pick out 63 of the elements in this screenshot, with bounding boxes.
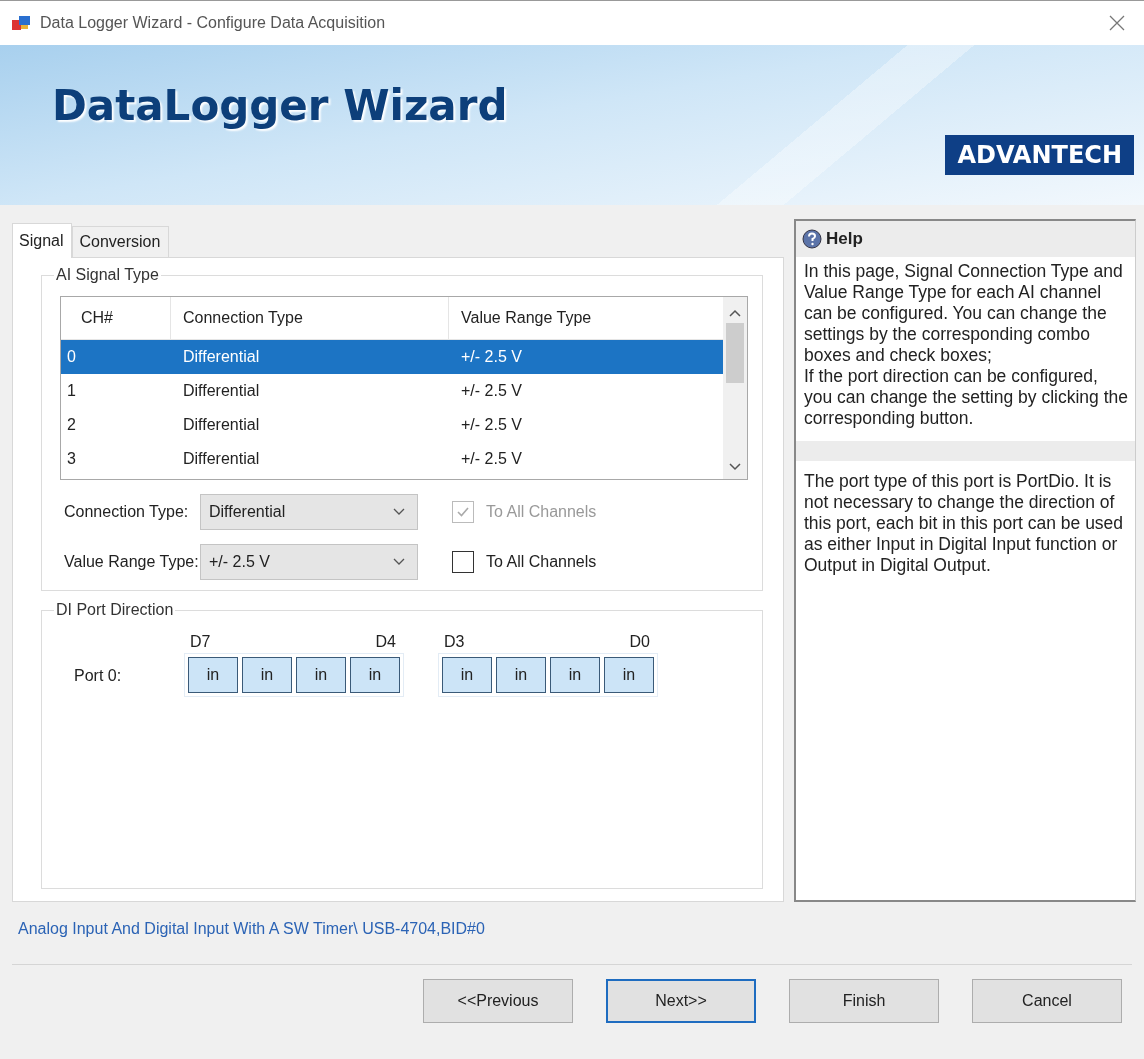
table-cell-text: 3 — [66, 450, 77, 468]
scrollbar[interactable] — [723, 297, 747, 479]
wizard-button[interactable]: <<Previous — [423, 979, 573, 1023]
bit-label: D0 — [629, 633, 650, 651]
group-title: DI Port Direction — [55, 601, 175, 619]
wizard-button[interactable]: Cancel — [972, 979, 1122, 1023]
table-row[interactable]: 0 Differential +/- 2.5 V — [61, 340, 723, 374]
column-header[interactable]: Connection Type — [171, 297, 449, 339]
column-header[interactable]: Value Range Type — [449, 297, 723, 339]
dropdown[interactable]: +/- 2.5 V — [200, 544, 418, 580]
window-title: Data Logger Wizard - Configure Data Acquisition — [40, 14, 387, 32]
status-text: Analog Input And Digital Input With A SW Timer\ USB-4704,BID#0 — [17, 919, 486, 939]
port-label: Port 0: — [73, 667, 123, 686]
chevron-icon — [393, 508, 405, 516]
help-icon — [802, 229, 822, 249]
table-cell-text: Differential — [182, 382, 261, 400]
direction-button[interactable]: in — [242, 657, 292, 693]
table-row[interactable]: 3 Differential +/- 2.5 V — [61, 442, 723, 476]
company-logo: ADVANTECH — [945, 135, 1134, 175]
app-icon — [12, 15, 30, 31]
tab[interactable]: Signal — [12, 223, 73, 258]
checkbox-label: To All Channels — [486, 503, 597, 521]
bit-label: D4 — [375, 633, 396, 651]
tab[interactable]: Conversion — [72, 226, 170, 257]
table-row[interactable]: 1 Differential +/- 2.5 V — [61, 374, 723, 408]
wizard-button[interactable]: Next>> — [606, 979, 756, 1023]
help-text: In this page, Signal Connection Type and Value Range Type for each AI channel can be configured. You can change the settings by the corresponding combo boxes and check boxes; If the port direction can be configured, you can change the setting by clicking the corresponding button. — [803, 260, 1129, 430]
checkbox[interactable] — [452, 551, 474, 573]
bit-label: D7 — [190, 633, 211, 651]
table-cell-text: 1 — [66, 382, 77, 400]
table-cell-text: +/- 2.5 V — [460, 348, 522, 366]
dropdown[interactable]: Differential — [200, 494, 418, 530]
scroll-thumb[interactable] — [726, 323, 744, 383]
direction-button[interactable]: in — [604, 657, 654, 693]
field-label: Value Range Type: — [64, 553, 200, 571]
table-cell-text: +/- 2.5 V — [460, 416, 522, 434]
column-header[interactable]: CH# — [61, 297, 171, 339]
table-cell-text: Differential — [182, 348, 261, 366]
field-label: Connection Type: — [64, 503, 190, 521]
table-cell-text: +/- 2.5 V — [460, 382, 522, 400]
direction-button[interactable]: in — [350, 657, 400, 693]
chevron-icon — [393, 558, 405, 566]
table-cell-text: 0 — [66, 348, 77, 366]
banner-title: DataLogger Wizard — [52, 81, 508, 130]
scroll-up-icon[interactable] — [729, 309, 741, 317]
scroll-down-icon[interactable] — [729, 463, 741, 471]
group-title: AI Signal Type — [55, 266, 160, 284]
table-row[interactable]: 2 Differential +/- 2.5 V — [61, 408, 723, 442]
wizard-button[interactable]: Finish — [789, 979, 939, 1023]
direction-button[interactable]: in — [188, 657, 238, 693]
help-text: The port type of this port is PortDio. It is not necessary to change the direction of this port, each bit in this port can be used as either Input in Digital Input function or Output in Digital Output. — [803, 470, 1125, 577]
direction-button[interactable]: in — [496, 657, 546, 693]
close-icon[interactable] — [1108, 14, 1126, 32]
table-cell-text: Differential — [182, 450, 261, 468]
checkbox-label: To All Channels — [486, 553, 597, 571]
help-title: Help — [826, 229, 863, 249]
table-cell-text: Differential — [182, 416, 261, 434]
bit-label: D3 — [444, 633, 465, 651]
table-cell-text: 2 — [66, 416, 77, 434]
direction-button[interactable]: in — [442, 657, 492, 693]
direction-button[interactable]: in — [296, 657, 346, 693]
table-cell-text: +/- 2.5 V — [460, 450, 522, 468]
direction-button[interactable]: in — [550, 657, 600, 693]
